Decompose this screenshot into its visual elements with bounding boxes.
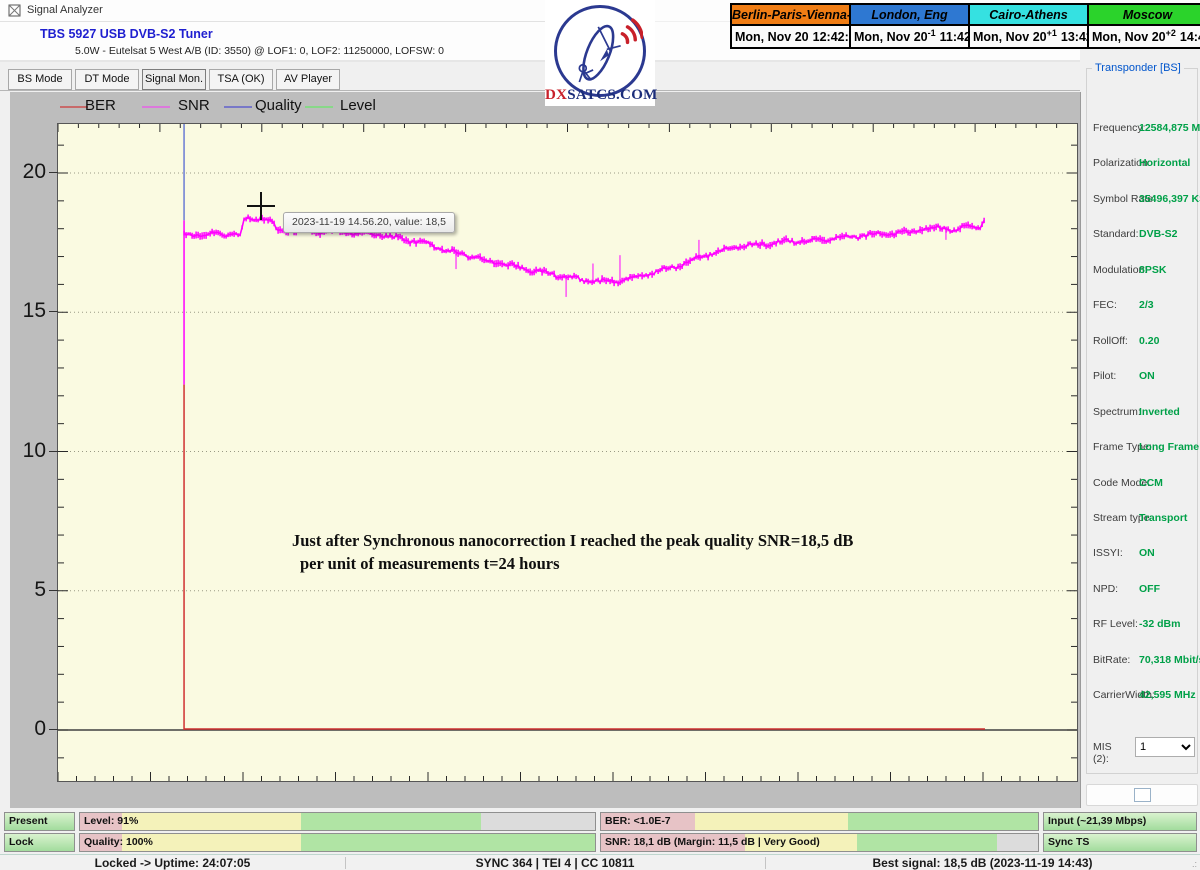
sync-ts-badge: Sync TS <box>1043 833 1197 852</box>
clock-city-1: London, Eng <box>850 4 969 25</box>
annotation-line2: per unit of measurements t=24 hours <box>292 552 853 575</box>
y-axis-label-0: 0 <box>10 718 46 740</box>
clock-city-3: Moscow <box>1088 4 1200 25</box>
mis-select[interactable]: 1 <box>1135 737 1195 757</box>
clock-city-0: Berlin-Paris-Vienna-Roma <box>731 4 850 25</box>
app-icon <box>8 4 21 17</box>
clock-time-2: Mon, Nov 20+113:42 <box>969 25 1088 48</box>
lock-badge: Lock <box>4 833 75 852</box>
transponder-row-issyi-: ISSYI:ON <box>1093 547 1197 561</box>
transponder-sidebar: Transponder [BS] Frequency:12584,875 MHz… <box>1086 64 1198 810</box>
transponder-row-npd-: NPD:OFF <box>1093 583 1197 597</box>
y-axis-label-10: 10 <box>10 440 46 462</box>
resize-grip: .: <box>1192 859 1197 869</box>
legend-swatch-ber <box>60 106 88 108</box>
status-row-1: PresentLevel: 91%BER: <1.0E-7Input (~21,… <box>0 812 1200 831</box>
window-title: Signal Analyzer <box>27 4 103 16</box>
status-row-2: LockQuality: 100%SNR: 18,1 dB (Margin: 1… <box>0 833 1200 852</box>
tab-dt-mode[interactable]: DT Mode <box>75 69 139 90</box>
world-clocks: Berlin-Paris-Vienna-RomaLondon, EngCairo… <box>730 3 1200 49</box>
transponder-row-bitrate-: BitRate:70,318 Mbit/s <box>1093 654 1197 668</box>
status-bar: Locked -> Uptime: 24:07:05 SYNC 364 | TE… <box>0 854 1200 870</box>
snr-progress-bar: SNR: 18,1 dB (Margin: 11,5 dB | Very Goo… <box>600 833 1039 852</box>
header-divider <box>0 60 1080 62</box>
crosshair-cursor-h <box>247 205 275 207</box>
transponder-row-fec-: FEC:2/3 <box>1093 299 1197 313</box>
transponder-row-stream-type-: Stream type:Transport <box>1093 512 1197 526</box>
tab-tsa-ok-[interactable]: TSA (OK) <box>209 69 273 90</box>
legend-label-quality: Quality <box>255 97 302 114</box>
tuner-name: TBS 5927 USB DVB-S2 Tuner <box>40 27 213 41</box>
tab-av-player[interactable]: AV Player <box>276 69 340 90</box>
legend-swatch-snr <box>142 106 170 108</box>
peak-value-tooltip: 2023-11-19 14.56.20, value: 18,5 <box>283 212 455 233</box>
level-progress-bar: Level: 91% <box>79 812 596 831</box>
quality-progress-bar: Quality: 100% <box>79 833 596 852</box>
legend-swatch-quality <box>224 106 252 108</box>
status-sync-counters: SYNC 364 | TEI 4 | CC 10811 <box>345 855 765 870</box>
transponder-row-pilot-: Pilot:ON <box>1093 370 1197 384</box>
logo-dish-icon <box>554 5 646 97</box>
clock-time-3: Mon, Nov 20+214:42 <box>1088 25 1200 48</box>
tab-bs-mode[interactable]: BS Mode <box>8 69 72 90</box>
transponder-title: Transponder [BS] <box>1092 62 1184 74</box>
mis-label: MIS (2): <box>1093 741 1112 765</box>
y-axis-label-15: 15 <box>10 300 46 322</box>
annotation-line1: Just after Synchronous nanocorrection I … <box>292 529 853 552</box>
signal-chart-panel: BER SNR Quality Level Just after Synchronou… <box>10 92 1081 808</box>
legend-label-snr: SNR <box>178 97 210 114</box>
legend-swatch-level <box>305 106 333 108</box>
clock-city-2: Cairo-Athens <box>969 4 1088 25</box>
signal-analyzer-window: Signal Analyzer TBS 5927 USB DVB-S2 Tune… <box>0 0 1200 870</box>
transponder-row-rolloff-: RollOff:0.20 <box>1093 335 1197 349</box>
transponder-groupbox: Transponder [BS] Frequency:12584,875 MHz… <box>1086 68 1198 774</box>
legend-label-level: Level <box>340 97 376 114</box>
transponder-row-standard-: Standard:DVB-S2 <box>1093 228 1197 242</box>
y-axis-label-5: 5 <box>10 579 46 601</box>
list-icon <box>1134 788 1151 802</box>
transponder-row-frame-type-: Frame Type:Long Frame <box>1093 441 1197 455</box>
transponder-row-frequency-: Frequency:12584,875 MHz <box>1093 122 1197 136</box>
transponder-row-modulation-: Modulation:8PSK <box>1093 264 1197 278</box>
y-axis-label-20: 20 <box>10 161 46 183</box>
transponder-row-symbol-rate-: Symbol Rate:35496,397 KS/s <box>1093 193 1197 207</box>
tuner-details: 5.0W - Eutelsat 5 West A/B (ID: 3550) @ … <box>75 45 444 57</box>
tab-bar: BS ModeDT ModeSignal Mon.TSA (OK)AV Play… <box>8 69 343 91</box>
legend-label-ber: BER <box>85 97 116 114</box>
clock-time-1: Mon, Nov 20-111:42:17 <box>850 25 969 48</box>
clock-time-0: Mon, Nov 2012:42:17 <box>731 25 850 48</box>
transponder-row-spectrum-: Spectrum:Inverted <box>1093 406 1197 420</box>
dxsatcs-logo: DXSATCS.COM <box>545 0 655 106</box>
transponder-row-carrierwidth-: CarrierWidth:42,595 MHz <box>1093 689 1197 703</box>
stream-list-button[interactable] <box>1086 784 1198 806</box>
status-best-signal: Best signal: 18,5 dB (2023-11-19 14:43) <box>765 855 1200 870</box>
tab-signal-mon-[interactable]: Signal Mon. <box>142 69 206 90</box>
ber-progress-bar: BER: <1.0E-7 <box>600 812 1039 831</box>
status-uptime: Locked -> Uptime: 24:07:05 <box>0 855 345 870</box>
chart-annotation: Just after Synchronous nanocorrection I … <box>292 529 853 575</box>
transponder-row-rf-level-: RF Level:-32 dBm <box>1093 618 1197 632</box>
transponder-row-code-mode-: Code Mode:CCM <box>1093 477 1197 491</box>
plot-area[interactable] <box>57 123 1078 782</box>
transponder-row-polarization-: Polarization:Horizontal <box>1093 157 1197 171</box>
logo-text: DXSATCS.COM <box>545 87 655 104</box>
present-badge: Present <box>4 812 75 831</box>
input-bitrate-badge: Input (~21,39 Mbps) <box>1043 812 1197 831</box>
